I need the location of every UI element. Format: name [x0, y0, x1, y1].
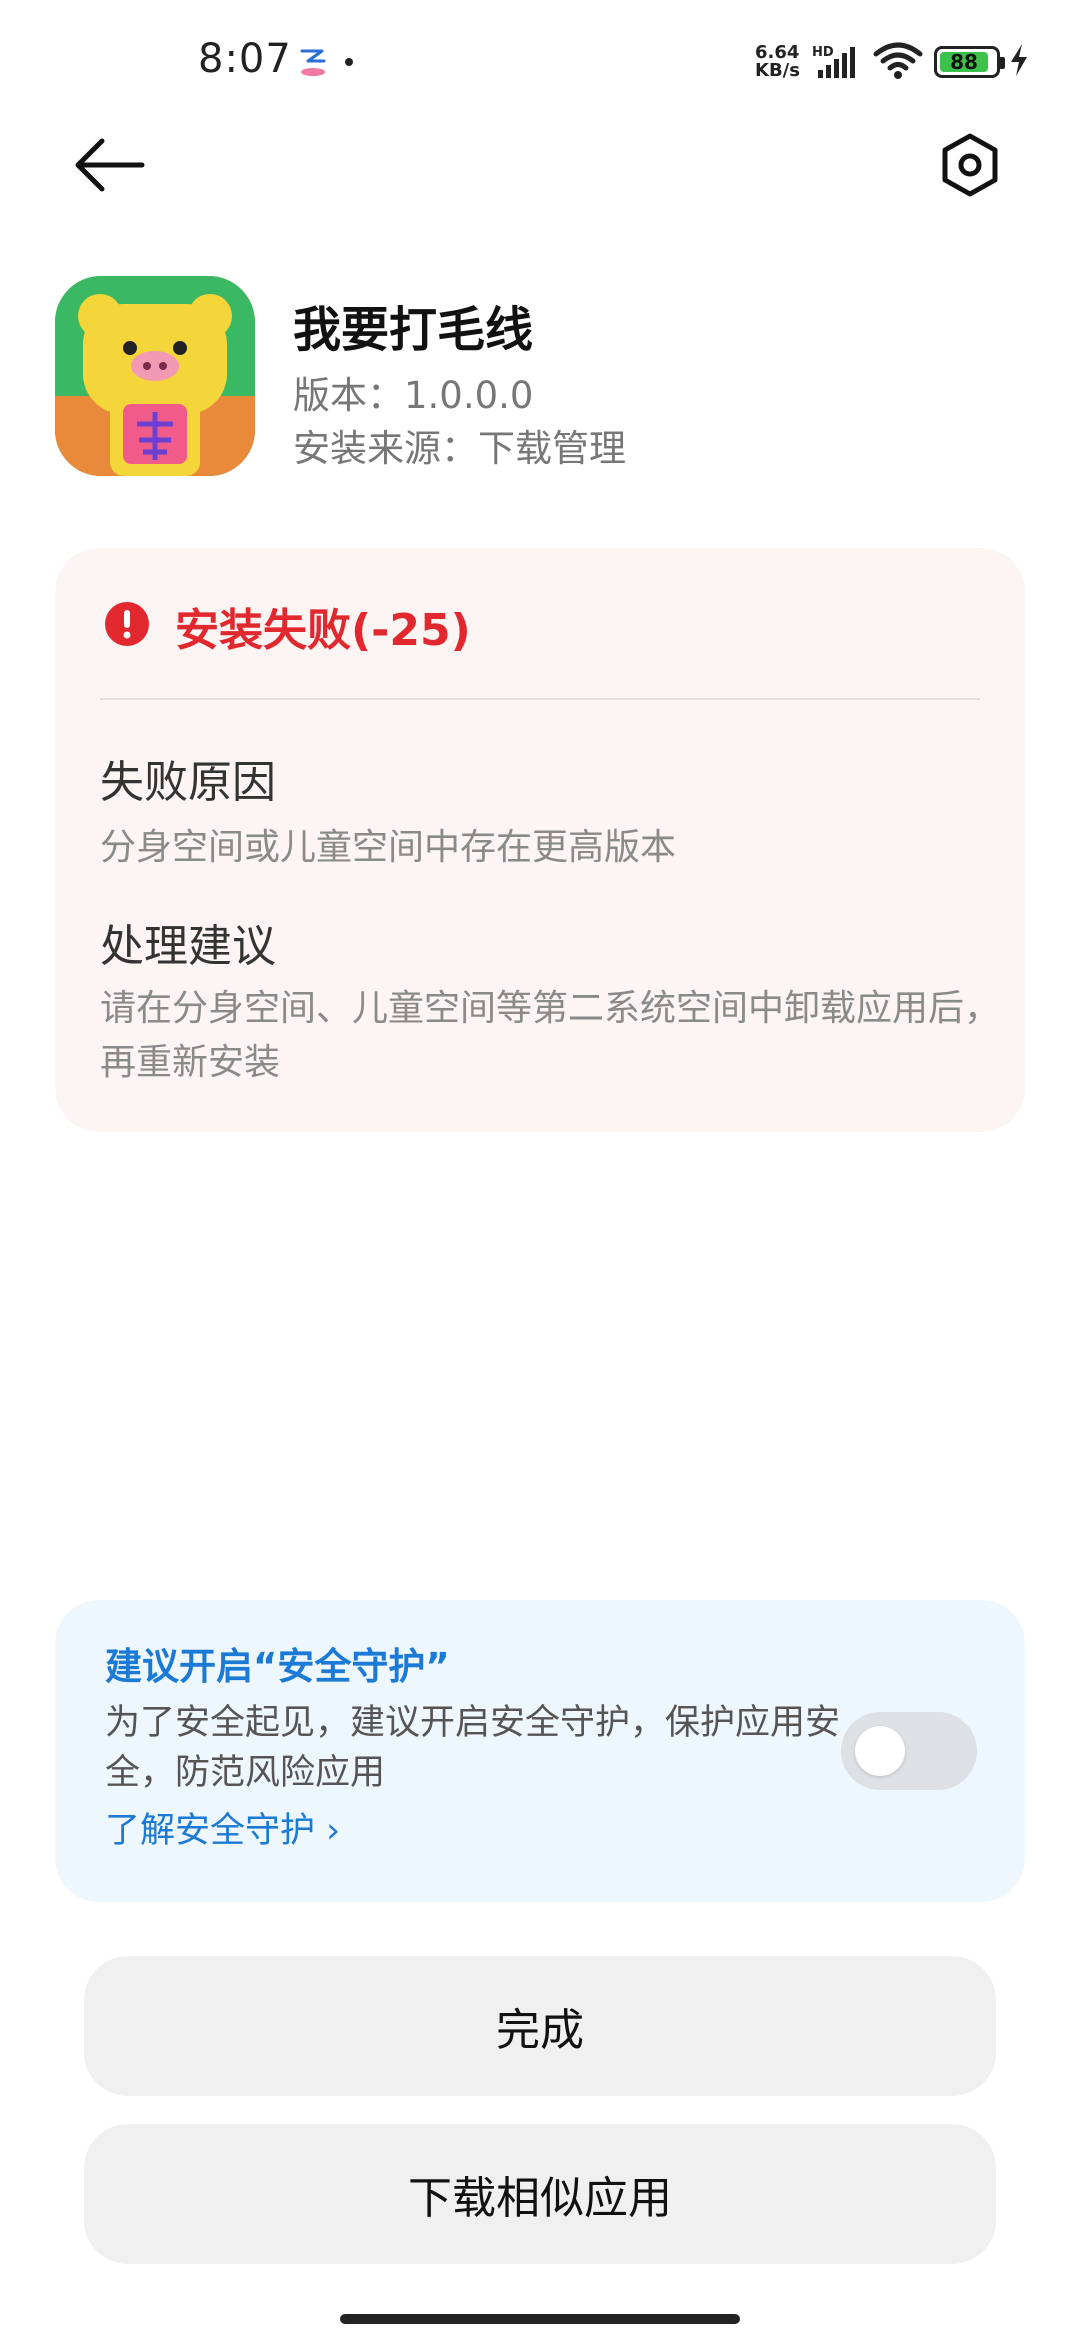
status-time: 8:07 — [198, 36, 292, 82]
chevron-right-icon: › — [326, 1811, 341, 1851]
notification-dot — [345, 58, 353, 66]
guard-description: 为了安全起见，建议开启安全守护，保护应用安全，防范风险应用 — [105, 1703, 841, 1793]
toggle-knob — [855, 1726, 905, 1776]
failure-reason-text: 分身空间或儿童空间中存在更高版本 — [100, 827, 677, 868]
battery-icon: 88 — [934, 46, 1005, 78]
battery-level: 88 — [950, 50, 978, 74]
advice-text: 请在分身空间、儿童空间等第二系统空间中卸载应用后，再重新安装 — [100, 988, 1001, 1083]
guard-title: 建议开启“安全守护” — [105, 1645, 450, 1688]
home-indicator[interactable] — [340, 2314, 740, 2324]
divider — [100, 698, 980, 700]
svg-text:HD: HD — [812, 45, 834, 60]
learn-security-guard-link[interactable]: 了解安全守护 › — [105, 1802, 340, 1853]
network-speed: 6.64 KB/s — [755, 42, 800, 81]
app-icon — [55, 276, 255, 476]
app-version: 版本：1.0.0.0 — [293, 374, 534, 417]
security-guard-toggle[interactable] — [841, 1712, 977, 1790]
install-source: 安装来源：下载管理 — [293, 427, 626, 470]
charging-bolt-icon — [1011, 44, 1027, 76]
settings-icon[interactable] — [935, 130, 1005, 200]
wifi-icon — [873, 42, 923, 79]
download-similar-apps-button[interactable]: 下载相似应用 — [84, 2124, 996, 2264]
done-button[interactable]: 完成 — [84, 1956, 996, 2096]
signal-icon: HD — [812, 45, 855, 78]
advice-heading: 处理建议 — [100, 921, 276, 972]
guard-link-label: 了解安全守护 — [105, 1811, 316, 1851]
back-arrow-icon[interactable] — [70, 130, 150, 200]
error-title: 安装失败(-25) — [175, 605, 471, 656]
security-guard-card: 建议开启“安全守护” 为了安全起见，建议开启安全守护，保护应用安全，防范风险应用… — [55, 1600, 1025, 1902]
failure-reason-heading: 失败原因 — [100, 757, 276, 808]
cloud-notification-icon — [300, 49, 326, 76]
status-bar: 8:07 6.64 KB/s HD 88 — [0, 0, 1080, 120]
app-name: 我要打毛线 — [293, 302, 534, 358]
pig-app-icon — [55, 276, 255, 476]
error-alert-icon — [105, 602, 149, 646]
install-error-card: 安装失败(-25) 失败原因 分身空间或儿童空间中存在更高版本 处理建议 请在分… — [55, 548, 1025, 1132]
